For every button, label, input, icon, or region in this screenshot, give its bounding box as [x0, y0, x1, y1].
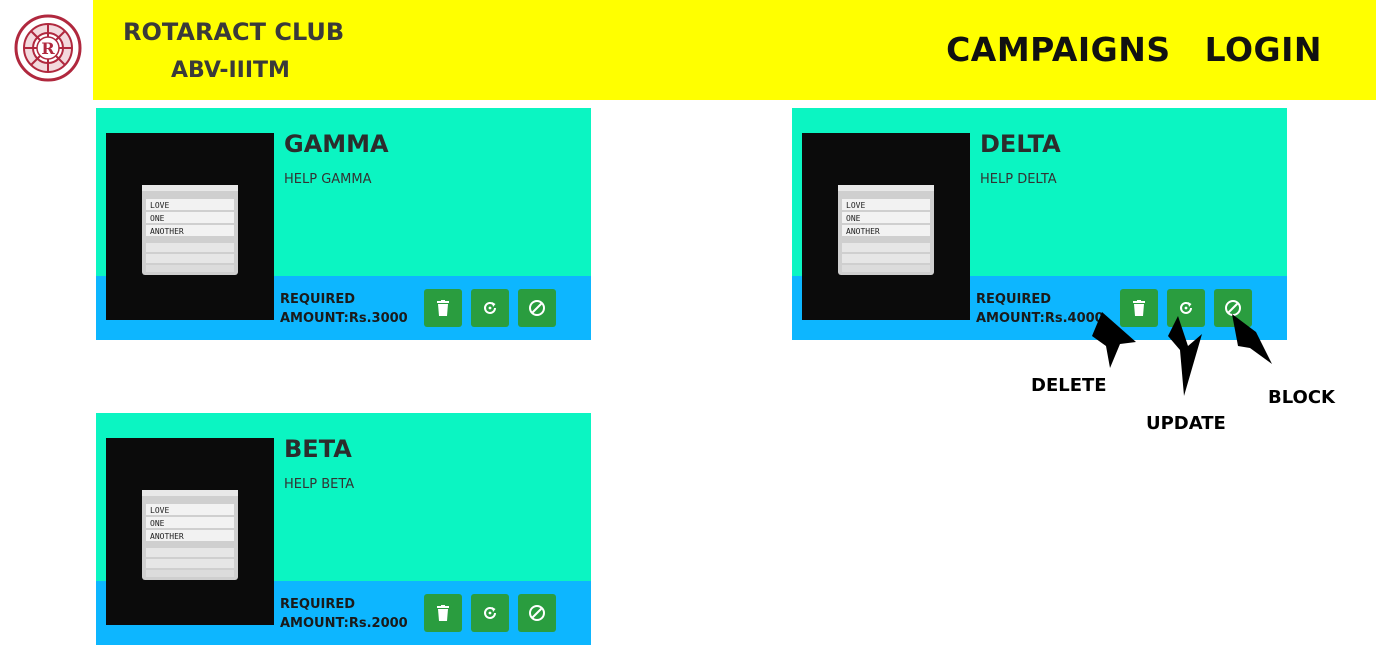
campaign-description: HELP BETA	[284, 477, 355, 492]
campaign-amount: REQUIRED AMOUNT:Rs.4000	[976, 290, 1104, 328]
lightbox-sign-image: LOVE ONE ANOTHER	[106, 438, 274, 625]
refresh-icon	[484, 606, 496, 619]
image-text-line: LOVE	[846, 201, 865, 210]
amount-value: AMOUNT:Rs.2000	[280, 616, 408, 631]
trash-icon	[437, 300, 449, 316]
annotation-arrows	[1092, 312, 1272, 396]
campaign-title: GAMMA	[284, 130, 389, 158]
nav-campaigns-link[interactable]: CAMPAIGNS	[946, 30, 1171, 69]
image-text-line: ANOTHER	[150, 227, 184, 236]
campaign-image: LOVE ONE ANOTHER	[802, 133, 970, 320]
image-text-line: ONE	[150, 214, 165, 223]
lightbox-sign-image: LOVE ONE ANOTHER	[106, 133, 274, 320]
top-nav: CAMPAIGNS LOGIN	[946, 30, 1322, 69]
block-button[interactable]	[518, 289, 556, 327]
campaign-title: BETA	[284, 435, 352, 463]
block-icon	[529, 605, 545, 621]
svg-text:R: R	[41, 39, 55, 58]
page: R ROTARACT CLUB ABV-IIITM CAMPAIGNS LOGI…	[0, 0, 1376, 645]
campaign-image: LOVE ONE ANOTHER	[106, 438, 274, 625]
block-button[interactable]	[518, 594, 556, 632]
update-annotation-label: UPDATE	[1146, 413, 1226, 434]
delete-annotation-label: DELETE	[1031, 375, 1107, 396]
image-text-line: ANOTHER	[846, 227, 880, 236]
campaign-title: DELTA	[980, 130, 1061, 158]
brand-title: ROTARACT CLUB	[123, 18, 345, 46]
campaign-amount: REQUIRED AMOUNT:Rs.2000	[280, 595, 408, 633]
trash-icon	[437, 605, 449, 621]
brand-subtitle: ABV-IIITM	[171, 58, 290, 83]
delete-button[interactable]	[424, 289, 462, 327]
rotaract-logo[interactable]: R	[14, 14, 82, 82]
image-text-line: ANOTHER	[150, 532, 184, 541]
update-button[interactable]	[471, 594, 509, 632]
update-button[interactable]	[471, 289, 509, 327]
delete-arrow-icon	[1092, 312, 1136, 368]
image-text-line: LOVE	[150, 506, 169, 515]
amount-label: REQUIRED	[976, 292, 1052, 307]
amount-value: AMOUNT:Rs.3000	[280, 311, 408, 326]
card-actions	[424, 594, 556, 632]
campaign-description: HELP GAMMA	[284, 172, 372, 187]
delete-button[interactable]	[424, 594, 462, 632]
lightbox-sign-image: LOVE ONE ANOTHER	[802, 133, 970, 320]
rotaract-club-logo-icon: R	[14, 14, 82, 82]
header-bar: ROTARACT CLUB ABV-IIITM CAMPAIGNS LOGIN	[93, 0, 1376, 100]
campaign-card: LOVE ONE ANOTHER BETA HELP BETA REQUIRED…	[96, 413, 591, 645]
update-arrow-icon	[1168, 316, 1202, 396]
amount-value: AMOUNT:Rs.4000	[976, 311, 1104, 326]
image-text-line: ONE	[846, 214, 861, 223]
campaign-card: LOVE ONE ANOTHER GAMMA HELP GAMMA REQUIR…	[96, 108, 591, 340]
nav-login-link[interactable]: LOGIN	[1205, 30, 1322, 69]
amount-label: REQUIRED	[280, 597, 356, 612]
campaign-amount: REQUIRED AMOUNT:Rs.3000	[280, 290, 408, 328]
card-actions	[424, 289, 556, 327]
campaign-image: LOVE ONE ANOTHER	[106, 133, 274, 320]
image-text-line: ONE	[150, 519, 165, 528]
refresh-icon	[484, 301, 496, 314]
amount-label: REQUIRED	[280, 292, 356, 307]
campaign-description: HELP DELTA	[980, 172, 1057, 187]
block-arrow-icon	[1232, 314, 1272, 364]
image-text-line: LOVE	[150, 201, 169, 210]
block-annotation-label: BLOCK	[1268, 387, 1336, 408]
block-icon	[529, 300, 545, 316]
